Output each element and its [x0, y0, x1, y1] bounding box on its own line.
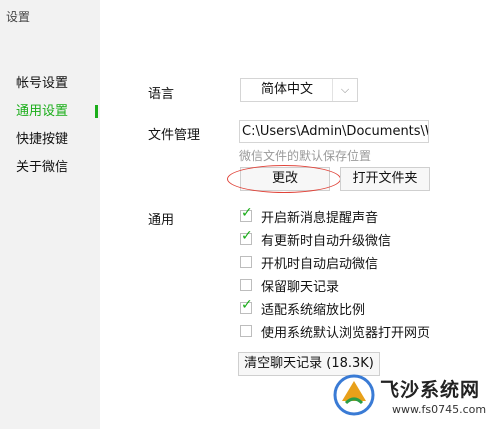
option-default-browser[interactable]: 使用系统默认浏览器打开网页: [240, 321, 430, 341]
checkbox[interactable]: ✓: [240, 228, 253, 245]
option-label: 开启新消息提醒声音: [261, 210, 379, 226]
option-auto-start[interactable]: 开机时自动启动微信: [240, 252, 378, 272]
language-select[interactable]: 简体中文 ⌵: [240, 78, 358, 102]
checkbox[interactable]: [240, 256, 252, 268]
open-folder-button[interactable]: 打开文件夹: [340, 167, 430, 191]
checkbox[interactable]: ✓: [240, 205, 253, 222]
window-title: 设置: [6, 10, 31, 24]
settings-panel: 语言 简体中文 ⌵ 文件管理 C:\Users\Admin\Documents\…: [100, 0, 500, 429]
option-new-message-sound[interactable]: ✓ 开启新消息提醒声音: [240, 205, 379, 226]
checkmark-icon: ✓: [241, 205, 253, 221]
highlight-oval: [227, 165, 341, 193]
option-label: 使用系统默认浏览器打开网页: [261, 325, 431, 341]
general-label: 通用: [148, 213, 175, 228]
file-path-hint: 微信文件的默认保存位置: [239, 149, 372, 163]
checkmark-icon: ✓: [241, 228, 253, 244]
language-value: 简体中文: [260, 82, 313, 97]
chevron-down-icon[interactable]: ⌵: [332, 79, 357, 101]
option-label: 保留聊天记录: [261, 279, 340, 295]
watermark-url: www.fs0745.com: [392, 403, 487, 416]
checkbox[interactable]: [240, 325, 252, 337]
sidebar-nav: 帐号设置 通用设置 快捷按键 关于微信: [16, 74, 98, 186]
sidebar: 设置 帐号设置 通用设置 快捷按键 关于微信: [0, 0, 100, 429]
option-auto-update[interactable]: ✓ 有更新时自动升级微信: [240, 228, 392, 249]
option-system-scaling[interactable]: ✓ 适配系统缩放比例: [240, 297, 366, 318]
checkbox[interactable]: ✓: [240, 297, 253, 314]
sidebar-item-about[interactable]: 关于微信: [16, 158, 96, 186]
sidebar-item-general[interactable]: 通用设置: [16, 102, 98, 130]
option-label: 有更新时自动升级微信: [261, 233, 392, 249]
file-management-label: 文件管理: [148, 128, 201, 143]
sidebar-item-account[interactable]: 帐号设置: [16, 74, 96, 102]
watermark: 飞沙系统网 www.fs0745.com: [332, 369, 492, 425]
language-label: 语言: [148, 87, 175, 102]
option-label: 适配系统缩放比例: [261, 302, 366, 318]
option-label: 开机时自动启动微信: [261, 256, 379, 272]
checkmark-icon: ✓: [241, 297, 253, 313]
option-keep-history[interactable]: 保留聊天记录: [240, 275, 339, 295]
checkbox[interactable]: [240, 279, 252, 291]
sidebar-item-shortcuts[interactable]: 快捷按键: [16, 130, 96, 158]
watermark-title: 飞沙系统网: [380, 379, 481, 401]
site-logo-icon: [333, 374, 375, 416]
file-path-field[interactable]: C:\Users\Admin\Documents\W: [239, 120, 429, 143]
